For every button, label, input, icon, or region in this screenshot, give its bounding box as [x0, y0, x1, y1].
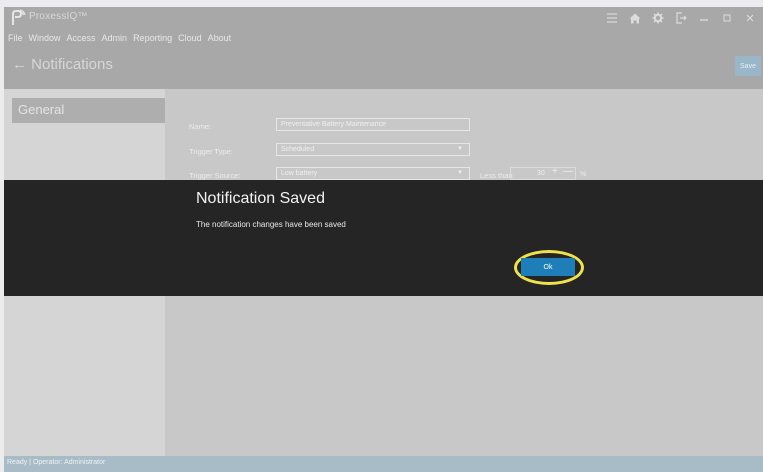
- title-bar: ProxessIQ™: [4, 7, 763, 29]
- trigger-source-select[interactable]: Low battery ▼: [276, 167, 470, 180]
- back-button[interactable]: ← Notifications: [12, 56, 113, 73]
- menu-cloud[interactable]: Cloud: [178, 33, 202, 43]
- ok-button[interactable]: Ok: [521, 258, 575, 276]
- threshold-unit: %: [580, 171, 587, 178]
- trigger-type-select[interactable]: Scheduled ▼: [276, 143, 470, 156]
- app-logo-icon: [10, 9, 26, 26]
- sidebar-item-label: General: [18, 102, 65, 117]
- menu-reporting[interactable]: Reporting: [133, 33, 172, 43]
- increment-icon[interactable]: +: [552, 166, 558, 177]
- threshold-stepper[interactable]: 30 + —: [510, 166, 576, 180]
- app-title: ProxessIQ™: [29, 11, 88, 22]
- app-window: ProxessIQ™ File Window Access Admin Repo…: [4, 7, 763, 472]
- logout-icon[interactable]: [672, 9, 690, 27]
- threshold-value: 30: [537, 170, 545, 177]
- dialog-title: Notification Saved: [196, 190, 325, 207]
- status-text: Ready | Operator: Administrator: [7, 459, 106, 466]
- title-bar-controls: [598, 9, 759, 27]
- chevron-down-icon: ▼: [457, 170, 463, 176]
- name-field[interactable]: Preventative Battery Maintenance: [276, 118, 470, 131]
- menu-access[interactable]: Access: [67, 33, 96, 43]
- name-label: Name:: [189, 122, 212, 131]
- save-button[interactable]: Save: [735, 56, 761, 76]
- gear-icon[interactable]: [649, 9, 667, 27]
- menu-admin[interactable]: Admin: [102, 33, 128, 43]
- menu-bar: File Window Access Admin Reporting Cloud…: [4, 29, 763, 46]
- menu-window[interactable]: Window: [29, 33, 61, 43]
- minimize-icon[interactable]: [695, 9, 713, 27]
- menu-file[interactable]: File: [8, 33, 23, 43]
- menu-icon[interactable]: [603, 9, 621, 27]
- menu-about[interactable]: About: [208, 33, 232, 43]
- trigger-source-label: Trigger Source:: [189, 171, 241, 180]
- notification-saved-dialog: Notification Saved The notification chan…: [4, 180, 763, 296]
- chevron-down-icon: ▼: [457, 146, 463, 152]
- status-bar: Ready | Operator: Administrator: [4, 456, 763, 472]
- sidebar-item-general[interactable]: General: [12, 98, 165, 123]
- trigger-source-value: Low battery: [281, 170, 318, 177]
- dialog-message: The notification changes have been saved: [196, 220, 346, 229]
- close-icon[interactable]: [741, 9, 759, 27]
- home-icon[interactable]: [626, 9, 644, 27]
- trigger-type-label: Trigger Type:: [189, 147, 233, 156]
- name-field-value: Preventative Battery Maintenance: [281, 121, 387, 128]
- decrement-icon[interactable]: —: [563, 166, 573, 177]
- page-header: ← Notifications Save: [4, 46, 763, 89]
- trigger-type-value: Scheduled: [281, 146, 315, 153]
- maximize-icon[interactable]: [718, 9, 736, 27]
